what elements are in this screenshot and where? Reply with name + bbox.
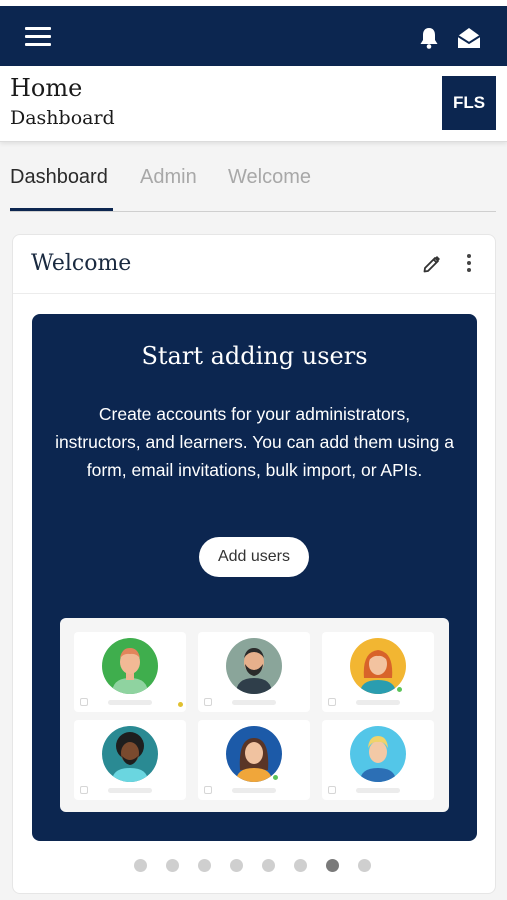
checkbox-icon bbox=[80, 786, 88, 794]
carousel-dot[interactable] bbox=[294, 859, 307, 872]
placeholder-bar bbox=[232, 788, 276, 793]
bell-icon[interactable] bbox=[418, 26, 440, 50]
users-illustration bbox=[60, 618, 449, 812]
card-divider bbox=[13, 293, 495, 294]
user-avatar-icon bbox=[226, 638, 282, 694]
user-card bbox=[198, 720, 310, 800]
checkbox-icon bbox=[328, 786, 336, 794]
promo-description: Create accounts for your administrators,… bbox=[55, 404, 454, 480]
online-status-dot bbox=[396, 686, 403, 693]
status-dot bbox=[178, 702, 183, 707]
mail-icon[interactable] bbox=[456, 26, 482, 50]
page-title: Home bbox=[10, 74, 83, 102]
top-app-bar bbox=[0, 0, 507, 66]
online-status-dot bbox=[272, 774, 279, 781]
user-card bbox=[198, 632, 310, 712]
user-card bbox=[74, 632, 186, 712]
placeholder-bar bbox=[356, 700, 400, 705]
edit-pencil-icon[interactable] bbox=[421, 253, 443, 275]
placeholder-bar bbox=[232, 700, 276, 705]
user-avatar-icon bbox=[102, 638, 158, 694]
carousel-dot[interactable] bbox=[198, 859, 211, 872]
page-header: Home Dashboard FLS bbox=[0, 66, 507, 142]
fls-logo[interactable]: FLS bbox=[442, 76, 496, 130]
card-title: Welcome bbox=[31, 251, 132, 276]
page-subtitle: Dashboard bbox=[10, 107, 115, 129]
carousel-pagination bbox=[13, 859, 495, 873]
user-avatar-icon bbox=[350, 726, 406, 782]
checkbox-icon bbox=[204, 786, 212, 794]
placeholder-bar bbox=[108, 700, 152, 705]
checkbox-icon bbox=[204, 698, 212, 706]
checkbox-icon bbox=[80, 698, 88, 706]
user-card bbox=[322, 632, 434, 712]
tab-admin[interactable]: Admin bbox=[140, 166, 197, 189]
carousel-dot[interactable] bbox=[230, 859, 243, 872]
carousel-dot[interactable] bbox=[134, 859, 147, 872]
promo-title: Start adding users bbox=[141, 342, 368, 370]
user-avatar-icon bbox=[102, 726, 158, 782]
placeholder-bar bbox=[108, 788, 152, 793]
more-vertical-icon[interactable] bbox=[463, 251, 475, 277]
carousel-dot[interactable] bbox=[358, 859, 371, 872]
hamburger-menu-icon[interactable] bbox=[25, 26, 51, 48]
carousel-dot-active[interactable] bbox=[326, 859, 339, 872]
placeholder-bar bbox=[356, 788, 400, 793]
user-card bbox=[74, 720, 186, 800]
carousel-dot[interactable] bbox=[262, 859, 275, 872]
welcome-card: Welcome Start adding users Create accoun… bbox=[12, 234, 496, 894]
active-tab-indicator bbox=[10, 208, 113, 211]
tab-welcome[interactable]: Welcome bbox=[228, 166, 311, 189]
promo-panel: Start adding users Create accounts for y… bbox=[32, 314, 477, 841]
user-card bbox=[322, 720, 434, 800]
tab-bar: Dashboard Admin Welcome bbox=[10, 160, 496, 212]
carousel-dot[interactable] bbox=[166, 859, 179, 872]
checkbox-icon bbox=[328, 698, 336, 706]
tab-dashboard[interactable]: Dashboard bbox=[10, 166, 108, 189]
top-app-bar-inner bbox=[0, 6, 507, 66]
add-users-button[interactable]: Add users bbox=[199, 537, 309, 577]
